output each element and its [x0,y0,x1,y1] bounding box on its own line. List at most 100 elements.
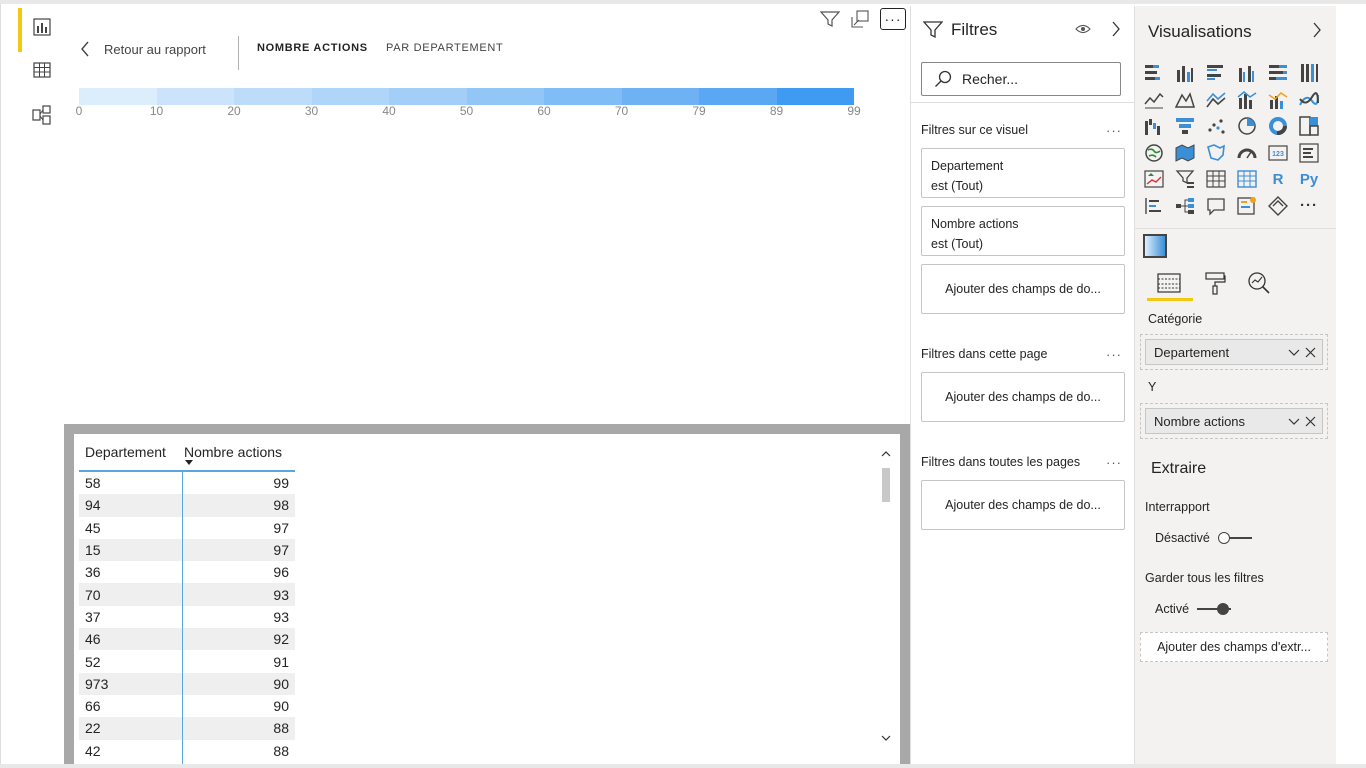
section-page-more-icon[interactable]: ··· [1106,347,1122,362]
chevron-down-icon[interactable] [1288,415,1300,430]
model-view-icon[interactable] [31,104,53,126]
tab-par-departement[interactable]: PAR DEPARTEMENT [386,42,503,54]
table-row[interactable]: 22 88 [79,717,295,740]
data-table: Departement Nombre actions 58 99 94 98 45 97 1… [79,434,295,764]
tab-nombre-actions[interactable]: NOMBRE ACTIONS [257,42,368,54]
qna-icon[interactable] [1205,195,1227,217]
add-page-filter-field[interactable]: Ajouter des champs de do... [921,372,1125,422]
toggle-switch-off[interactable] [1217,531,1252,545]
cross-report-toggle[interactable]: Désactivé [1155,531,1252,545]
gauge-icon[interactable] [1236,142,1258,164]
table-icon[interactable] [1205,168,1227,190]
search-placeholder: Recher... [962,71,1019,87]
scroll-down-icon[interactable] [880,732,892,744]
filters-divider [911,102,1135,103]
table-row[interactable]: 58 99 [79,472,295,494]
eye-icon[interactable] [1075,22,1091,40]
line-clustered-column-icon[interactable] [1236,89,1258,111]
scrollbar-thumb[interactable] [882,468,890,502]
donut-chart-icon[interactable] [1267,115,1289,137]
slicer-icon[interactable] [1174,168,1196,190]
report-view-icon[interactable] [31,16,53,38]
table-row[interactable]: 37 93 [79,606,295,628]
power-apps-icon[interactable] [1267,195,1289,217]
active-pane-tab-indicator [1147,298,1193,301]
ribbon-chart-icon[interactable] [1298,89,1320,111]
shape-map-icon[interactable] [1205,142,1227,164]
toggle-switch-on[interactable] [1197,602,1232,616]
filters-search-input[interactable]: Recher... [921,62,1121,96]
custom-visual-icon[interactable] [1143,234,1167,258]
table-row[interactable]: 973 90 [79,672,295,695]
remove-field-icon[interactable] [1305,415,1316,430]
area-chart-icon[interactable] [1174,89,1196,111]
back-to-report-button[interactable]: Retour au rapport [80,38,206,60]
chevron-down-icon[interactable] [1288,346,1300,361]
matrix-icon[interactable] [1236,168,1258,190]
remove-field-icon[interactable] [1305,346,1316,361]
visual-header: ··· [820,8,906,30]
card-icon[interactable]: 123 [1267,142,1289,164]
category-field-pill[interactable]: Departement [1145,339,1323,365]
key-influencers-icon[interactable] [1143,195,1165,217]
funnel-icon[interactable] [1174,115,1196,137]
scroll-up-icon[interactable] [880,448,892,460]
format-paint-roller-icon[interactable] [1201,270,1229,296]
keep-filters-label: Garder tous les filtres [1145,571,1264,585]
column-header-nombre-actions[interactable]: Nombre actions [178,444,295,460]
clustered-bar-icon[interactable] [1205,62,1227,84]
collapse-visualizations-icon[interactable] [1312,22,1322,43]
100-stacked-column-icon[interactable] [1298,62,1320,84]
data-view-icon[interactable] [31,59,53,81]
filter-card-nombre-actions[interactable]: Nombre actions est (Tout) [921,206,1125,256]
python-script-icon[interactable]: Py [1298,168,1320,190]
table-row[interactable]: 66 90 [79,695,295,717]
section-visual-more-icon[interactable]: ··· [1106,123,1122,138]
scatter-icon[interactable] [1205,115,1227,137]
table-row[interactable]: 46 92 [79,628,295,651]
focus-mode-icon[interactable] [850,10,870,28]
fields-tab-icon[interactable] [1155,270,1183,296]
vertical-scrollbar[interactable] [880,442,892,756]
clustered-column-icon[interactable] [1236,62,1258,84]
table-row[interactable]: 70 93 [79,583,295,606]
multi-row-card-icon[interactable] [1298,142,1320,164]
add-drillthrough-field[interactable]: Ajouter des champs d'extr... [1140,632,1328,662]
y-field-pill[interactable]: Nombre actions [1145,408,1323,434]
table-body: 58 99 94 98 45 97 15 97 36 96 70 93 37 93 46 92 52 91 973 9… [79,472,295,762]
stacked-bar-icon[interactable] [1143,62,1165,84]
column-header-departement[interactable]: Departement [79,444,178,460]
table-row[interactable]: 94 98 [79,494,295,517]
line-stacked-column-icon[interactable] [1267,89,1289,111]
keep-filters-toggle[interactable]: Activé [1155,602,1232,616]
map-icon[interactable] [1143,142,1165,164]
filled-map-icon[interactable] [1174,142,1196,164]
pie-chart-icon[interactable] [1236,115,1258,137]
add-all-pages-filter-field[interactable]: Ajouter des champs de do... [921,480,1125,530]
section-all-more-icon[interactable]: ··· [1106,455,1122,470]
kpi-icon[interactable] [1143,168,1165,190]
add-visual-filter-field[interactable]: Ajouter des champs de do... [921,264,1125,314]
table-row[interactable]: 36 96 [79,561,295,583]
smart-narrative-icon[interactable] [1236,195,1258,217]
table-row[interactable]: 45 97 [79,517,295,539]
more-options-icon[interactable]: ··· [880,8,906,30]
filter-card-departement[interactable]: Departement est (Tout) [921,148,1125,198]
analytics-magnifier-icon[interactable] [1245,270,1273,296]
waterfall-icon[interactable] [1143,115,1165,137]
line-chart-icon[interactable] [1143,89,1165,111]
100-stacked-bar-icon[interactable] [1267,62,1289,84]
decomposition-tree-icon[interactable] [1174,195,1196,217]
stacked-column-icon[interactable] [1174,62,1196,84]
cell-departement: 52 [85,653,101,670]
table-row[interactable]: 15 97 [79,538,295,562]
collapse-filters-icon[interactable] [1111,21,1121,42]
treemap-icon[interactable] [1298,115,1320,137]
table-row[interactable]: 42 88 [79,740,295,762]
r-script-icon[interactable]: R [1267,168,1289,190]
filter-icon[interactable] [820,10,840,28]
stacked-area-icon[interactable] [1205,89,1227,111]
more-visuals-icon[interactable]: ··· [1298,195,1320,217]
table-row[interactable]: 52 91 [79,650,295,672]
legend-tick-label: 20 [227,104,241,118]
